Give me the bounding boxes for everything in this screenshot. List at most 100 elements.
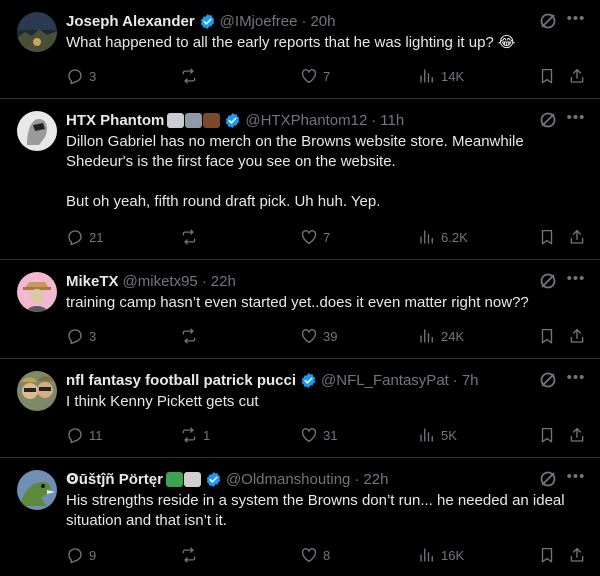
bookmark-button[interactable] — [538, 227, 556, 247]
grok-icon[interactable] — [538, 370, 558, 390]
bookmark-button[interactable] — [538, 326, 556, 346]
views-button[interactable]: 6.2K — [418, 227, 468, 247]
like-button[interactable]: 7 — [300, 227, 330, 247]
bookmark-icon — [541, 328, 553, 344]
bookmark-icon — [541, 229, 553, 245]
reply-icon — [68, 69, 82, 85]
verified-badge-icon — [205, 471, 222, 488]
tweet[interactable]: Ꙩūštĵñ Pörtęr @Oldmanshouting · 22h ••• … — [0, 458, 600, 576]
tweet[interactable]: Joseph Alexander @IMjoefree · 20h ••• Wh… — [0, 0, 600, 99]
handle[interactable]: @IMjoefree — [220, 13, 298, 30]
grok-icon[interactable] — [538, 11, 558, 31]
display-name[interactable]: Ꙩūštĵñ Pörtęr — [66, 470, 163, 488]
avatar[interactable] — [17, 12, 57, 52]
action-bar: 3 7 14K — [60, 66, 590, 86]
share-button[interactable] — [568, 425, 586, 445]
display-name[interactable]: HTX Phantom — [66, 112, 164, 129]
repost-button[interactable] — [180, 545, 203, 565]
avatar[interactable] — [17, 272, 57, 312]
handle[interactable]: @HTXPhantom12 — [245, 112, 367, 129]
grok-icon[interactable] — [538, 469, 558, 489]
tweet-text: Dillon Gabriel has no merch on the Brown… — [66, 133, 524, 210]
more-options-icon[interactable]: ••• — [566, 269, 586, 289]
verified-badge-icon — [300, 372, 317, 389]
heart-icon — [301, 230, 317, 245]
view-count: 24K — [441, 328, 465, 344]
tweet[interactable]: nfl fantasy football patrick pucci @NFL_… — [0, 359, 600, 458]
view-count: 6.2K — [441, 229, 468, 245]
reply-button[interactable]: 9 — [66, 545, 96, 565]
views-button[interactable]: 5K — [418, 425, 457, 445]
heart-icon — [301, 548, 317, 563]
tweet-text: His strengths reside in a system the Bro… — [66, 492, 569, 529]
repost-icon — [182, 68, 196, 84]
tweet-header: Ꙩūštĵñ Pörtęr @Oldmanshouting · 22h — [66, 469, 388, 489]
like-count: 31 — [323, 427, 338, 443]
name-emojis — [165, 471, 201, 487]
views-icon — [420, 329, 433, 343]
avatar[interactable] — [17, 470, 57, 510]
repost-button[interactable] — [180, 326, 203, 346]
tweet-header: nfl fantasy football patrick pucci @NFL_… — [66, 370, 479, 390]
share-button[interactable] — [568, 326, 586, 346]
action-bar: 21 7 6.2K — [60, 227, 590, 247]
bookmark-button[interactable] — [538, 425, 556, 445]
timestamp[interactable]: 20h — [310, 13, 335, 30]
reply-icon — [68, 548, 82, 564]
tweet[interactable]: MikeTX @miketx95 · 22h ••• training camp… — [0, 260, 600, 359]
more-options-icon[interactable]: ••• — [566, 368, 586, 388]
display-name[interactable]: Joseph Alexander — [66, 13, 195, 30]
reply-button[interactable]: 11 — [66, 425, 103, 445]
reply-count: 21 — [89, 229, 104, 245]
repost-button[interactable] — [180, 66, 203, 86]
share-icon — [570, 68, 584, 83]
reply-count: 3 — [89, 68, 97, 84]
avatar[interactable] — [17, 111, 57, 151]
more-options-icon[interactable]: ••• — [566, 108, 586, 128]
handle[interactable]: @NFL_FantasyPat — [321, 372, 449, 389]
share-button[interactable] — [568, 227, 586, 247]
avatar[interactable] — [17, 371, 57, 411]
action-bar: 9 8 16K — [60, 545, 590, 565]
reply-count: 3 — [89, 328, 97, 344]
like-button[interactable]: 39 — [300, 326, 337, 346]
more-options-icon[interactable]: ••• — [566, 9, 586, 29]
repost-button[interactable]: 1 — [180, 425, 210, 445]
handle[interactable]: @Oldmanshouting — [226, 471, 350, 488]
reply-button[interactable]: 3 — [66, 66, 96, 86]
share-button[interactable] — [568, 66, 586, 86]
share-button[interactable] — [568, 545, 586, 565]
like-button[interactable]: 31 — [300, 425, 337, 445]
reply-button[interactable]: 21 — [66, 227, 103, 247]
views-button[interactable]: 16K — [418, 545, 464, 565]
view-count: 16K — [441, 547, 465, 563]
bookmark-button[interactable] — [538, 66, 556, 86]
tweet[interactable]: HTX Phantom @HTXPhantom12 · 11h ••• Dill… — [0, 99, 600, 260]
elephant-emoji — [185, 112, 203, 128]
like-button[interactable]: 7 — [300, 66, 330, 86]
heart-icon — [301, 69, 317, 84]
football-helmet-emoji — [167, 112, 185, 128]
reply-button[interactable]: 3 — [66, 326, 96, 346]
grok-icon[interactable] — [538, 110, 558, 130]
share-icon — [570, 427, 584, 442]
handle[interactable]: @miketx95 — [123, 273, 198, 290]
like-button[interactable]: 8 — [300, 545, 330, 565]
timestamp[interactable]: 22h — [211, 273, 236, 290]
timestamp[interactable]: 11h — [380, 112, 404, 129]
reply-icon — [68, 329, 82, 345]
bookmark-button[interactable] — [538, 545, 556, 565]
timestamp[interactable]: 22h — [363, 471, 388, 488]
views-button[interactable]: 24K — [418, 326, 464, 346]
timestamp[interactable]: 7h — [462, 372, 479, 389]
skull-crossbones-emoji — [183, 471, 201, 487]
more-options-icon[interactable]: ••• — [566, 467, 586, 487]
views-button[interactable]: 14K — [418, 66, 464, 86]
display-name[interactable]: MikeTX — [66, 273, 119, 290]
display-name[interactable]: nfl fantasy football patrick pucci — [66, 372, 296, 389]
grok-icon[interactable] — [538, 271, 558, 291]
view-count: 5K — [441, 427, 457, 443]
tweet-text: I think Kenny Pickett gets cut — [66, 393, 259, 410]
repost-button[interactable] — [180, 227, 203, 247]
like-count: 39 — [323, 328, 338, 344]
